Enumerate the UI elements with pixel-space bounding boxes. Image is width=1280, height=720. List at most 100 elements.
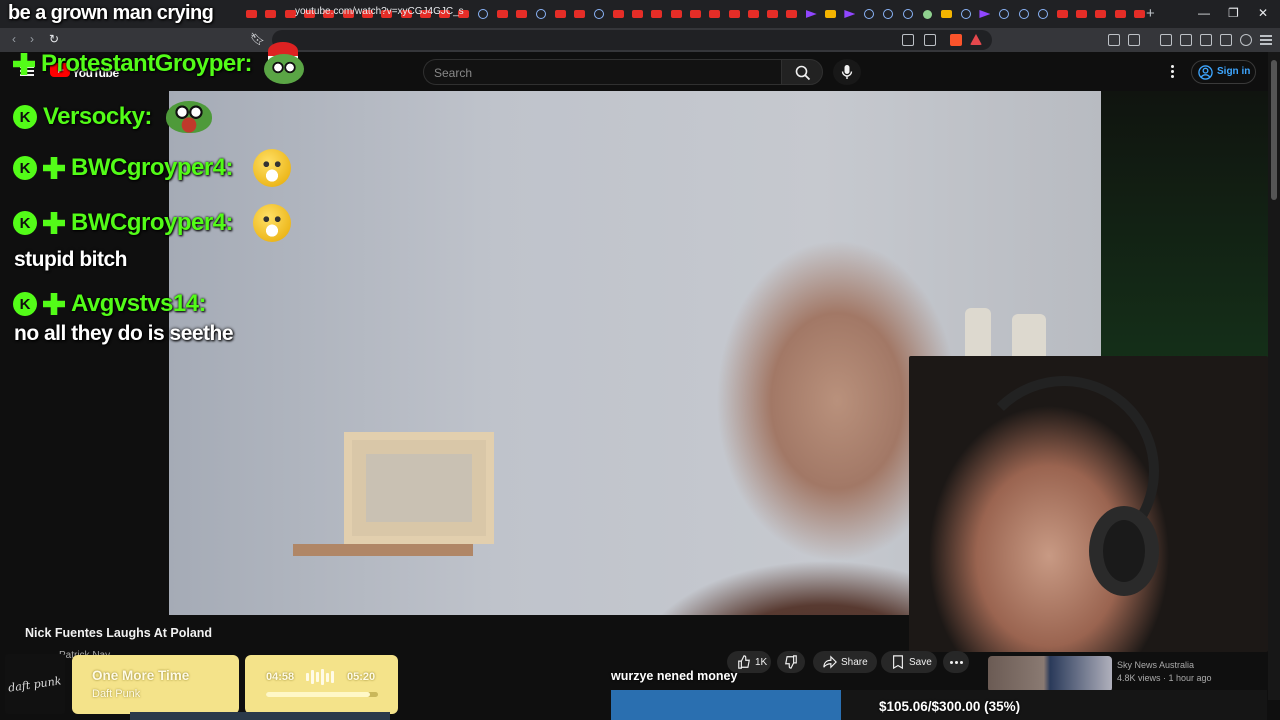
browser-tab[interactable]	[667, 7, 686, 21]
browser-tab[interactable]	[1014, 7, 1033, 21]
browser-tab[interactable]	[647, 7, 666, 21]
browser-tab[interactable]	[609, 7, 628, 21]
tab-favicon-icon	[728, 10, 740, 18]
tab-favicon-icon	[1133, 10, 1145, 18]
kick-badge-icon: K	[13, 156, 37, 180]
now-playing-duration: 05:20	[347, 671, 376, 683]
tab-favicon-icon	[265, 10, 277, 18]
tab-favicon-icon	[246, 10, 258, 18]
browser-tab[interactable]	[840, 7, 859, 21]
share-label: Share	[841, 656, 868, 668]
tab-favicon-icon	[767, 10, 779, 18]
recommended-channel[interactable]: Sky News Australia	[1117, 660, 1194, 670]
brave-shield-icon[interactable]	[950, 34, 962, 46]
tab-favicon-icon	[478, 9, 489, 19]
browser-tab[interactable]	[860, 7, 879, 21]
account-icon	[1198, 65, 1213, 80]
browser-tab[interactable]	[937, 7, 956, 21]
share-page-icon[interactable]	[924, 34, 936, 46]
close-window-button[interactable]: ✕	[1258, 6, 1268, 20]
save-label: Save	[909, 656, 932, 668]
minimize-button[interactable]: —	[1198, 6, 1210, 20]
tab-favicon-icon	[554, 10, 566, 18]
vpn-icon[interactable]	[1240, 34, 1252, 46]
tab-favicon-icon	[1056, 10, 1068, 18]
settings-kebab-icon[interactable]	[1165, 64, 1179, 80]
browser-tab[interactable]	[628, 7, 647, 21]
voice-search-button[interactable]	[833, 59, 861, 85]
browser-tab[interactable]	[474, 7, 493, 21]
wallet-icon[interactable]	[1200, 34, 1212, 46]
browser-tab[interactable]	[1091, 7, 1110, 21]
thumbs-up-icon	[738, 655, 750, 669]
chat-username: Versocky:	[43, 103, 152, 130]
tab-favicon-icon	[825, 10, 837, 18]
tab-favicon-icon	[747, 10, 759, 18]
browser-tab[interactable]	[898, 7, 917, 21]
sign-in-label[interactable]: Sign in	[1217, 66, 1250, 77]
tab-favicon-icon	[1037, 9, 1048, 19]
chat-message: K Versocky:	[13, 101, 212, 133]
more-actions-button[interactable]	[943, 651, 969, 673]
search-button[interactable]	[781, 59, 823, 85]
browser-tab[interactable]	[1110, 7, 1129, 21]
address-bar[interactable]	[272, 30, 992, 50]
now-playing-card	[72, 655, 239, 714]
now-playing-title: One More Time	[92, 668, 190, 683]
streamer-webcam	[909, 356, 1268, 652]
scrollbar-thumb[interactable]	[1271, 60, 1277, 200]
browser-tab[interactable]	[995, 7, 1014, 21]
now-playing-elapsed: 04:58	[266, 671, 295, 683]
maximize-button[interactable]: ❐	[1228, 6, 1239, 20]
browser-tab[interactable]	[782, 7, 801, 21]
browser-tab[interactable]	[589, 7, 608, 21]
now-playing-progress-bar	[266, 692, 378, 697]
browser-tab[interactable]	[879, 7, 898, 21]
url-text[interactable]: youtube.com/watch?v=xyCGJ4GJC_s	[295, 6, 464, 17]
browser-tab[interactable]	[821, 7, 840, 21]
download-icon[interactable]	[1220, 34, 1232, 46]
browser-tab[interactable]	[512, 7, 531, 21]
new-tab-button[interactable]: +	[1146, 5, 1155, 22]
donation-goal-fill	[611, 690, 841, 720]
dislike-button[interactable]	[777, 651, 805, 673]
browser-tab[interactable]	[763, 7, 782, 21]
sidebar-icon[interactable]	[1180, 34, 1192, 46]
browser-tab[interactable]	[705, 7, 724, 21]
browser-tab[interactable]	[531, 7, 550, 21]
recommended-meta: 4.8K views · 1 hour ago	[1117, 673, 1212, 683]
browser-tab[interactable]	[1052, 7, 1071, 21]
browser-tab[interactable]	[724, 7, 743, 21]
extensions-icon[interactable]	[1108, 34, 1120, 46]
brave-rewards-icon[interactable]	[970, 34, 982, 45]
recommended-video-thumbnail[interactable]	[988, 656, 1112, 692]
browser-tab[interactable]	[744, 7, 763, 21]
cast-icon[interactable]	[902, 34, 914, 46]
browser-tab[interactable]	[686, 7, 705, 21]
browser-tab[interactable]	[956, 7, 975, 21]
tab-favicon-icon	[902, 9, 913, 19]
search-input[interactable]	[423, 59, 781, 85]
save-icon	[893, 655, 903, 669]
save-button[interactable]: Save	[881, 651, 937, 673]
browser-tab[interactable]	[1072, 7, 1091, 21]
chat-message: K BWCgroyper4:	[13, 204, 292, 242]
tab-favicon-icon	[922, 9, 932, 19]
chat-username: BWCgroyper4:	[71, 154, 234, 181]
screenshot-icon[interactable]	[1128, 34, 1140, 46]
audio-wave-icon	[306, 669, 334, 685]
browser-tab[interactable]	[1033, 7, 1052, 21]
browser-tab[interactable]	[261, 7, 280, 21]
browser-tab[interactable]	[551, 7, 570, 21]
video-title: Nick Fuentes Laughs At Poland	[25, 626, 213, 640]
browser-tab[interactable]	[802, 7, 821, 21]
browser-tab[interactable]	[493, 7, 512, 21]
tab-favicon-icon	[536, 9, 547, 19]
browser-tab[interactable]	[975, 7, 994, 21]
browser-tab[interactable]	[570, 7, 589, 21]
menu-icon[interactable]	[1260, 34, 1272, 46]
browser-tab[interactable]	[917, 7, 936, 21]
share-button[interactable]: Share	[813, 651, 877, 673]
browser-tab[interactable]	[242, 7, 261, 21]
media-icon[interactable]	[1160, 34, 1172, 46]
